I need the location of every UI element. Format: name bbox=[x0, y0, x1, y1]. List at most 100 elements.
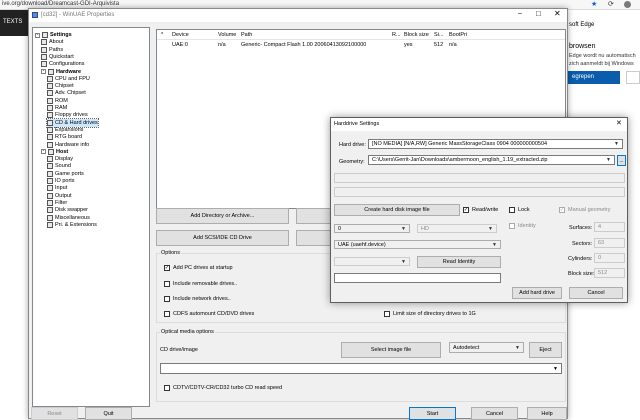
game-ports-icon bbox=[47, 170, 53, 177]
geometry-browse-button[interactable]: ... bbox=[617, 155, 626, 166]
cd-image-path-field[interactable]: ▼ bbox=[160, 363, 562, 374]
chevron-down-icon: ▼ bbox=[614, 141, 619, 147]
chevron-down-icon: ▼ bbox=[606, 157, 611, 163]
add-pc-drives-checkbox[interactable]: ✓ Add PC drives at startup bbox=[164, 265, 233, 271]
column-header[interactable]: BootPri bbox=[449, 32, 467, 38]
winuae-title: [cd32] - WinUAE Properties bbox=[41, 12, 115, 18]
manual-geometry-checkbox[interactable]: ✓ Manual geometry bbox=[559, 207, 611, 213]
read-write-checkbox[interactable]: ✓ Read/write bbox=[463, 207, 498, 213]
add-scsi-cd-button[interactable]: Add SCSI/IDE CD Drive bbox=[156, 230, 289, 246]
edge-panel-text-2: zich aanmeldt bij Windows bbox=[569, 61, 634, 67]
tree-item-label: IO ports bbox=[55, 178, 75, 184]
add-hardfile-button[interactable] bbox=[296, 208, 332, 224]
geometry-label: Geometry: bbox=[339, 159, 365, 165]
tree-item-label: Display bbox=[55, 156, 74, 163]
geometry-dropdown[interactable]: C:\Users\Gerrit-Jan\Downloads\ambermoon_… bbox=[368, 155, 615, 165]
chevron-down-icon: ▼ bbox=[401, 258, 406, 265]
sectors-field[interactable]: 63 bbox=[594, 238, 625, 248]
tree-item-label: Filter bbox=[55, 199, 68, 206]
sectors-label: Sectors: bbox=[572, 241, 593, 247]
tree-item-label: Output bbox=[55, 192, 72, 199]
tree-item-label: Configurations bbox=[49, 61, 85, 68]
cylinders-field[interactable]: 0 bbox=[594, 253, 625, 263]
column-header[interactable]: R... bbox=[392, 32, 401, 38]
lock-checkbox[interactable]: Lock bbox=[509, 207, 530, 213]
disk-swapper-icon bbox=[47, 207, 53, 214]
info-field-1 bbox=[334, 173, 625, 183]
optical-media-label: Optical media options bbox=[160, 329, 215, 335]
tree-item-label: RAM bbox=[55, 105, 68, 111]
edge-panel-button-secondary[interactable] bbox=[626, 71, 640, 84]
close-icon[interactable]: ✕ bbox=[616, 119, 622, 127]
include-network-checkbox[interactable]: Include network drives.. bbox=[164, 296, 231, 302]
tree-item-label: Input bbox=[55, 185, 68, 192]
add-directory-button[interactable]: Add Directory or Archive... bbox=[156, 208, 289, 224]
collapse-toggle-icon[interactable]: - bbox=[35, 32, 40, 38]
column-header[interactable]: * bbox=[161, 32, 163, 38]
limit-size-box bbox=[384, 311, 390, 317]
tree-item-pri-extensions[interactable]: Pri. & Extensions bbox=[47, 221, 97, 229]
controller-type-dropdown[interactable]: HD ▼ bbox=[417, 224, 497, 233]
table-cell: Generic- Compact Flash 1.00 200604130921… bbox=[241, 42, 367, 48]
browser-left-label: TEXTS bbox=[3, 19, 23, 25]
add-hard-drive-confirm-button[interactable]: Add hard drive bbox=[512, 287, 562, 299]
collapse-toggle-icon[interactable]: - bbox=[41, 69, 46, 74]
include-removable-box bbox=[164, 281, 170, 287]
column-header[interactable]: Path bbox=[241, 32, 252, 38]
cd-type-dropdown[interactable]: Autodetect ▼ bbox=[449, 342, 524, 353]
start-button[interactable]: Start bbox=[409, 407, 456, 420]
collapse-toggle-icon[interactable]: - bbox=[41, 149, 46, 155]
column-header[interactable]: Si... bbox=[434, 32, 443, 38]
minimize-icon[interactable]: – bbox=[518, 10, 522, 17]
star-icon[interactable]: ★ bbox=[591, 0, 597, 8]
cdtv-turbo-box bbox=[164, 385, 170, 391]
cdtv-turbo-checkbox[interactable]: CDTV/CDTV-CR/CD32 turbo CD read speed bbox=[164, 385, 282, 391]
device-name-dropdown[interactable]: UAE (uaehf.device) ▼ bbox=[334, 240, 501, 249]
select-image-button[interactable]: Select image file bbox=[341, 342, 441, 358]
add-hard-drive-button[interactable] bbox=[296, 230, 332, 246]
close-icon[interactable]: ✕ bbox=[554, 9, 561, 18]
identity-checkbox[interactable]: Identity bbox=[509, 223, 536, 229]
winuae-title-bar[interactable]: [cd32] - WinUAE Properties – □ ✕ bbox=[29, 9, 567, 22]
configurations-icon bbox=[41, 61, 47, 68]
table-row[interactable]: UAE:0 n/a Generic- Compact Flash 1.00 2006… bbox=[157, 41, 565, 50]
quit-button[interactable]: Quit bbox=[85, 407, 132, 420]
maximize-icon[interactable]: □ bbox=[536, 9, 541, 18]
edge-panel-text: Edge wordt nu automatisch bbox=[569, 53, 636, 59]
create-hdf-button[interactable]: Create hard disk image file bbox=[334, 204, 460, 216]
column-header[interactable]: Block size bbox=[404, 32, 429, 38]
hard-drive-dropdown[interactable]: [NO MEDIA] [N/A,RW] Generic MassStorageC… bbox=[368, 139, 623, 149]
limit-size-checkbox[interactable]: Limit size of directory drives to 1G bbox=[384, 311, 476, 317]
block-size-field[interactable]: 512 bbox=[594, 268, 625, 278]
refresh-icon[interactable]: ⟳ bbox=[608, 0, 614, 8]
harddrive-title-bar[interactable]: Harddrive Settings ✕ bbox=[331, 118, 627, 131]
unit-dropdown[interactable]: ▼ bbox=[334, 257, 410, 266]
tree-item-label: Hardware bbox=[56, 68, 82, 75]
tree-item-label: CPU and FPU bbox=[55, 75, 90, 82]
edge-panel: soft Edge browsen Edge wordt nu automati… bbox=[565, 10, 640, 100]
cdfs-automount-checkbox[interactable]: CDFS automount CD/DVD drives bbox=[164, 311, 254, 317]
controller-number-dropdown[interactable]: 0 ▼ bbox=[334, 224, 410, 233]
eject-button[interactable]: Eject bbox=[529, 342, 562, 358]
lock-box bbox=[509, 207, 515, 213]
tree-item-label: Expansions bbox=[55, 126, 84, 133]
column-header[interactable]: Device bbox=[172, 32, 189, 38]
tree-item-label: Hardware info bbox=[55, 141, 90, 148]
identity-text-field[interactable] bbox=[334, 273, 501, 283]
settings-tree[interactable]: - Settings About Paths Quickstart Configurati… bbox=[32, 27, 150, 407]
harddrive-cancel-button[interactable]: Cancel bbox=[569, 287, 623, 299]
quickstart-icon bbox=[41, 53, 47, 60]
reset-button[interactable]: Reset bbox=[31, 407, 78, 420]
include-removable-checkbox[interactable]: Include removable drives.. bbox=[164, 281, 237, 287]
account-icon[interactable] bbox=[624, 1, 631, 8]
column-header[interactable]: Volume bbox=[218, 32, 236, 38]
tree-item-label: ROM bbox=[55, 97, 68, 104]
table-cell: UAE:0 bbox=[172, 42, 188, 48]
tree-item-label: Disk swapper bbox=[55, 207, 89, 214]
edge-panel-button[interactable]: egrepen bbox=[568, 71, 620, 84]
help-button[interactable]: Help bbox=[527, 407, 567, 420]
read-identity-button[interactable]: Read Identity bbox=[417, 256, 501, 268]
rom-icon bbox=[47, 97, 53, 104]
cancel-button[interactable]: Cancel bbox=[471, 407, 518, 420]
surfaces-field[interactable]: 4 bbox=[594, 222, 625, 232]
